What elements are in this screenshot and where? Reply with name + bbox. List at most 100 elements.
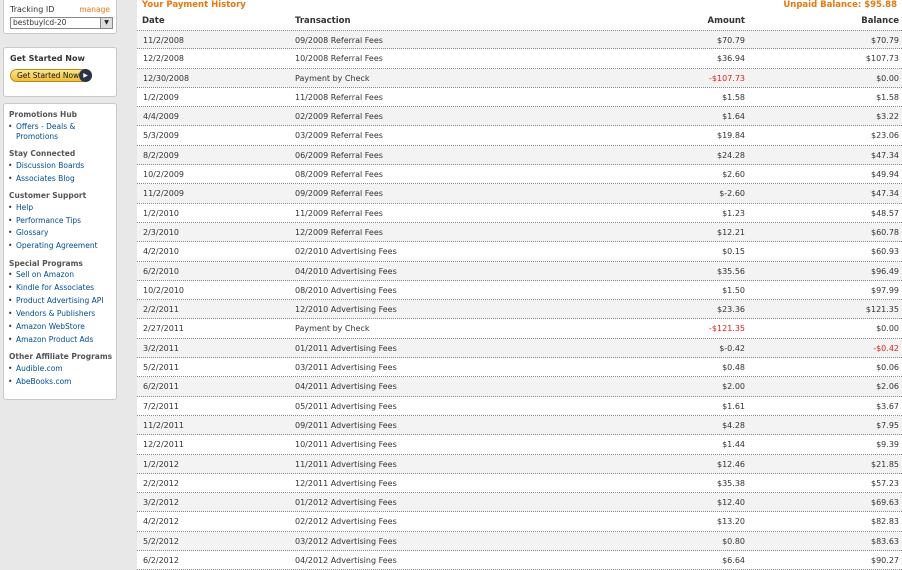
- table-row: 10/2/2009 08/2009 Referral Fees $2.60 $49.9…: [137, 165, 902, 185]
- cell-transaction: 12/2010 Advertising Fees: [295, 305, 397, 315]
- cell-date: 1/2/2010: [143, 208, 179, 218]
- cell-balance: $121.35: [865, 305, 899, 315]
- cell-balance: $2.06: [876, 382, 899, 392]
- table-row: 2/2/2011 12/2010 Advertising Fees $23.36 $1…: [137, 300, 902, 320]
- sidebar-item-operating-agreement[interactable]: • Operating Agreement: [8, 241, 116, 251]
- cell-amount: $23.36: [717, 305, 745, 315]
- column-header-transaction: Transaction: [295, 16, 351, 26]
- cell-date: 10/2/2009: [143, 170, 185, 180]
- table-row: 2/27/2011 Payment by Check -$121.35 $0.00: [137, 319, 902, 339]
- sidebar-item-performance-tips[interactable]: • Performance Tips: [8, 216, 116, 226]
- table-row: 4/4/2009 02/2009 Referral Fees $1.64 $3.22: [137, 107, 902, 127]
- cell-amount: $1.44: [722, 440, 745, 450]
- cell-date: 11/2/2008: [143, 36, 185, 45]
- bullet-icon: •: [8, 216, 13, 225]
- cell-date: 6/2/2011: [143, 382, 179, 392]
- cell-balance: $21.85: [871, 459, 899, 469]
- sidebar-item-abebooks[interactable]: • AbeBooks.com: [8, 377, 116, 387]
- table-row: 6/2/2011 04/2011 Advertising Fees $2.00 $2.…: [137, 377, 902, 397]
- cell-date: 1/2/2009: [143, 92, 179, 102]
- cell-balance: $47.34: [871, 189, 899, 199]
- cell-amount: $6.64: [722, 556, 745, 566]
- cell-transaction: 02/2009 Referral Fees: [295, 112, 383, 122]
- cell-transaction: 02/2012 Advertising Fees: [295, 517, 397, 527]
- cell-balance: $3.67: [876, 401, 899, 411]
- bullet-icon: •: [8, 283, 13, 292]
- table-row: 12/2/2011 10/2011 Advertising Fees $1.44 $9…: [137, 435, 902, 455]
- cell-amount: $24.28: [717, 150, 745, 160]
- cell-date: 5/3/2009: [143, 131, 179, 141]
- cell-amount: -$121.35: [709, 324, 745, 334]
- cell-transaction: 02/2010 Advertising Fees: [295, 247, 397, 257]
- page-title: Your Payment History: [142, 0, 246, 10]
- section-title-special-programs: Special Programs: [9, 259, 83, 268]
- bullet-icon: •: [8, 364, 13, 373]
- cell-transaction: 12/2009 Referral Fees: [295, 227, 383, 237]
- sidebar-item-associates-blog[interactable]: • Associates Blog: [8, 174, 116, 184]
- section-title-stay-connected: Stay Connected: [9, 149, 76, 158]
- cell-balance: $57.23: [871, 478, 899, 488]
- bullet-icon: •: [8, 309, 13, 318]
- bullet-icon: •: [8, 377, 13, 386]
- sidebar-item-audible[interactable]: • Audible.com: [8, 364, 116, 374]
- cell-date: 2/27/2011: [143, 324, 185, 334]
- cell-amount: $-2.60: [719, 189, 745, 199]
- cell-transaction: 06/2009 Referral Fees: [295, 150, 383, 160]
- cell-balance: $107.73: [865, 54, 899, 64]
- cell-date: 5/2/2012: [143, 536, 179, 546]
- cell-amount: $12.21: [717, 227, 745, 237]
- cell-date: 12/2/2011: [143, 440, 185, 450]
- table-row: 11/2/2008 09/2008 Referral Fees $70.79 $70.…: [137, 30, 902, 50]
- cell-balance: $82.83: [871, 517, 899, 527]
- sidebar-item-vendors-publishers[interactable]: • Vendors & Publishers: [8, 309, 116, 319]
- cell-date: 8/2/2009: [143, 150, 179, 160]
- cell-amount: $36.94: [717, 54, 745, 64]
- cell-date: 11/2/2009: [143, 189, 185, 199]
- cell-amount: $1.58: [722, 92, 745, 102]
- section-title-customer-support: Customer Support: [9, 191, 87, 200]
- cell-transaction: 10/2008 Referral Fees: [295, 54, 383, 64]
- cell-balance: $9.39: [876, 440, 899, 450]
- cell-transaction: Payment by Check: [295, 73, 370, 83]
- manage-link[interactable]: manage: [79, 5, 110, 14]
- cell-transaction: 08/2010 Advertising Fees: [295, 285, 397, 295]
- cell-transaction: 03/2009 Referral Fees: [295, 131, 383, 141]
- cell-transaction: 03/2012 Advertising Fees: [295, 536, 397, 546]
- cell-amount: $-0.42: [719, 343, 745, 353]
- sidebar-item-promotions[interactable]: Promotions: [16, 132, 116, 142]
- table-row: 8/2/2009 06/2009 Referral Fees $24.28 $47.3…: [137, 145, 902, 166]
- tracking-id-select[interactable]: bestbuylcd-20 ▼: [10, 17, 113, 29]
- sidebar-item-sell-on-amazon[interactable]: • Sell on Amazon: [8, 270, 116, 280]
- cell-transaction: 01/2011 Advertising Fees: [295, 343, 397, 353]
- cell-balance: $97.99: [871, 285, 899, 295]
- sidebar: Tracking ID manage bestbuylcd-20 ▼ Get S…: [0, 0, 125, 569]
- table-row: 6/2/2010 04/2010 Advertising Fees $35.56 $9…: [137, 261, 902, 281]
- column-header-balance: Balance: [861, 16, 899, 26]
- sidebar-item-product-advertising-api[interactable]: • Product Advertising API: [8, 296, 116, 306]
- sidebar-item-amazon-webstore[interactable]: • Amazon WebStore: [8, 322, 116, 332]
- sidebar-item-amazon-product-ads[interactable]: • Amazon Product Ads: [8, 335, 116, 345]
- sidebar-item-discussion-boards[interactable]: • Discussion Boards: [8, 161, 116, 171]
- chevron-down-icon[interactable]: ▼: [100, 18, 112, 28]
- get-started-button[interactable]: Get Started Now ▶: [10, 69, 92, 82]
- section-title-other-affiliate-programs: Other Affiliate Programs: [9, 352, 113, 361]
- cell-amount: $1.64: [722, 112, 745, 122]
- cell-date: 11/2/2011: [143, 420, 185, 430]
- cell-balance: $7.95: [876, 420, 899, 430]
- table-row: 1/2/2010 11/2009 Referral Fees $1.23 $48.57: [137, 203, 902, 223]
- cell-amount: $2.60: [722, 170, 745, 180]
- sidebar-item-offers-deals[interactable]: • Offers - Deals &: [8, 122, 116, 132]
- table-row: 4/2/2012 02/2012 Advertising Fees $13.20 $8…: [137, 512, 902, 532]
- table-row: 11/2/2011 09/2011 Advertising Fees $4.28 $7…: [137, 415, 902, 436]
- cell-amount: $13.20: [717, 517, 745, 527]
- cell-balance: $83.63: [871, 536, 899, 546]
- cell-balance: $70.79: [871, 36, 899, 45]
- cell-amount: $12.40: [717, 498, 745, 508]
- table-row: 4/2/2010 02/2010 Advertising Fees $0.15 $60…: [137, 242, 902, 262]
- links-panel: Promotions Hub • Offers - Deals & Promoti…: [3, 103, 117, 400]
- sidebar-item-kindle-for-associates[interactable]: • Kindle for Associates: [8, 283, 116, 293]
- sidebar-item-help[interactable]: • Help: [8, 203, 116, 213]
- cell-amount: $70.79: [717, 36, 745, 45]
- sidebar-item-glossary[interactable]: • Glossary: [8, 228, 116, 238]
- cell-amount: $1.61: [722, 401, 745, 411]
